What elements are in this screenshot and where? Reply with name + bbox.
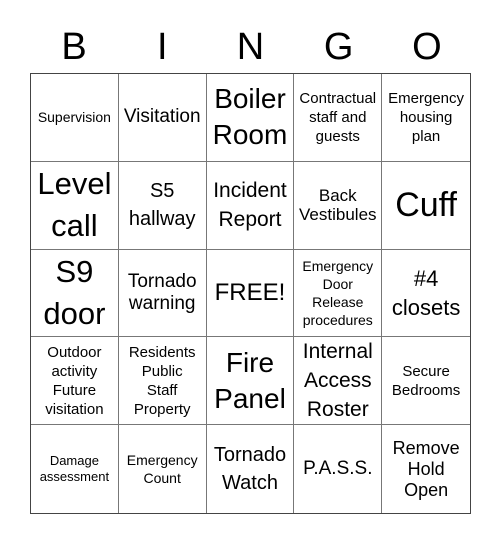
header-letter-g: G — [323, 26, 354, 68]
bingo-cell[interactable]: Fire Panel — [206, 337, 295, 426]
free-space[interactable]: FREE! — [206, 249, 295, 338]
bingo-cell[interactable]: Damage assessment — [31, 425, 119, 513]
bingo-cell[interactable]: Emergency Count — [119, 425, 207, 513]
bingo-cell[interactable]: Residents Public Staff Property — [118, 337, 207, 426]
bingo-cell[interactable]: S9 door — [31, 249, 119, 338]
header-letter-i: I — [157, 26, 168, 68]
header-letter-n: N — [236, 26, 265, 68]
bingo-cell[interactable]: Emergency housing plan — [382, 74, 470, 162]
bingo-cell[interactable]: Remove Hold Open — [382, 425, 470, 513]
bingo-cell[interactable]: Outdoor activity Future visitation — [31, 337, 119, 426]
bingo-cell[interactable]: S5 hallway — [118, 161, 207, 250]
bingo-cell[interactable]: Level call — [31, 161, 119, 250]
bingo-cell[interactable]: Supervision — [31, 74, 119, 162]
bingo-card: Supervision Visitation Boiler Room Contr… — [30, 73, 471, 514]
bingo-cell[interactable]: #4 closets — [382, 250, 470, 338]
bingo-cell[interactable]: Tornado warning — [118, 249, 207, 338]
bingo-cell[interactable]: Back Vestibules — [294, 161, 383, 250]
bingo-cell[interactable]: Contractual staff and guests — [294, 74, 383, 162]
bingo-cell[interactable]: Visitation — [118, 74, 207, 162]
bingo-header: B I N G O — [30, 22, 471, 72]
bingo-cell[interactable]: P.A.S.S. — [294, 425, 383, 513]
bingo-cell[interactable]: Emergency Door Release procedures — [294, 249, 383, 338]
bingo-cell[interactable]: Cuff — [382, 162, 470, 250]
bingo-cell[interactable]: Internal Access Roster — [294, 337, 383, 426]
bingo-cell[interactable]: Secure Bedrooms — [382, 337, 470, 426]
header-letter-o: O — [412, 26, 442, 68]
bingo-cell[interactable]: Boiler Room — [206, 74, 295, 162]
bingo-cell[interactable]: Incident Report — [206, 161, 295, 250]
bingo-cell[interactable]: Tornado Watch — [207, 425, 295, 513]
header-letter-b: B — [61, 26, 87, 68]
